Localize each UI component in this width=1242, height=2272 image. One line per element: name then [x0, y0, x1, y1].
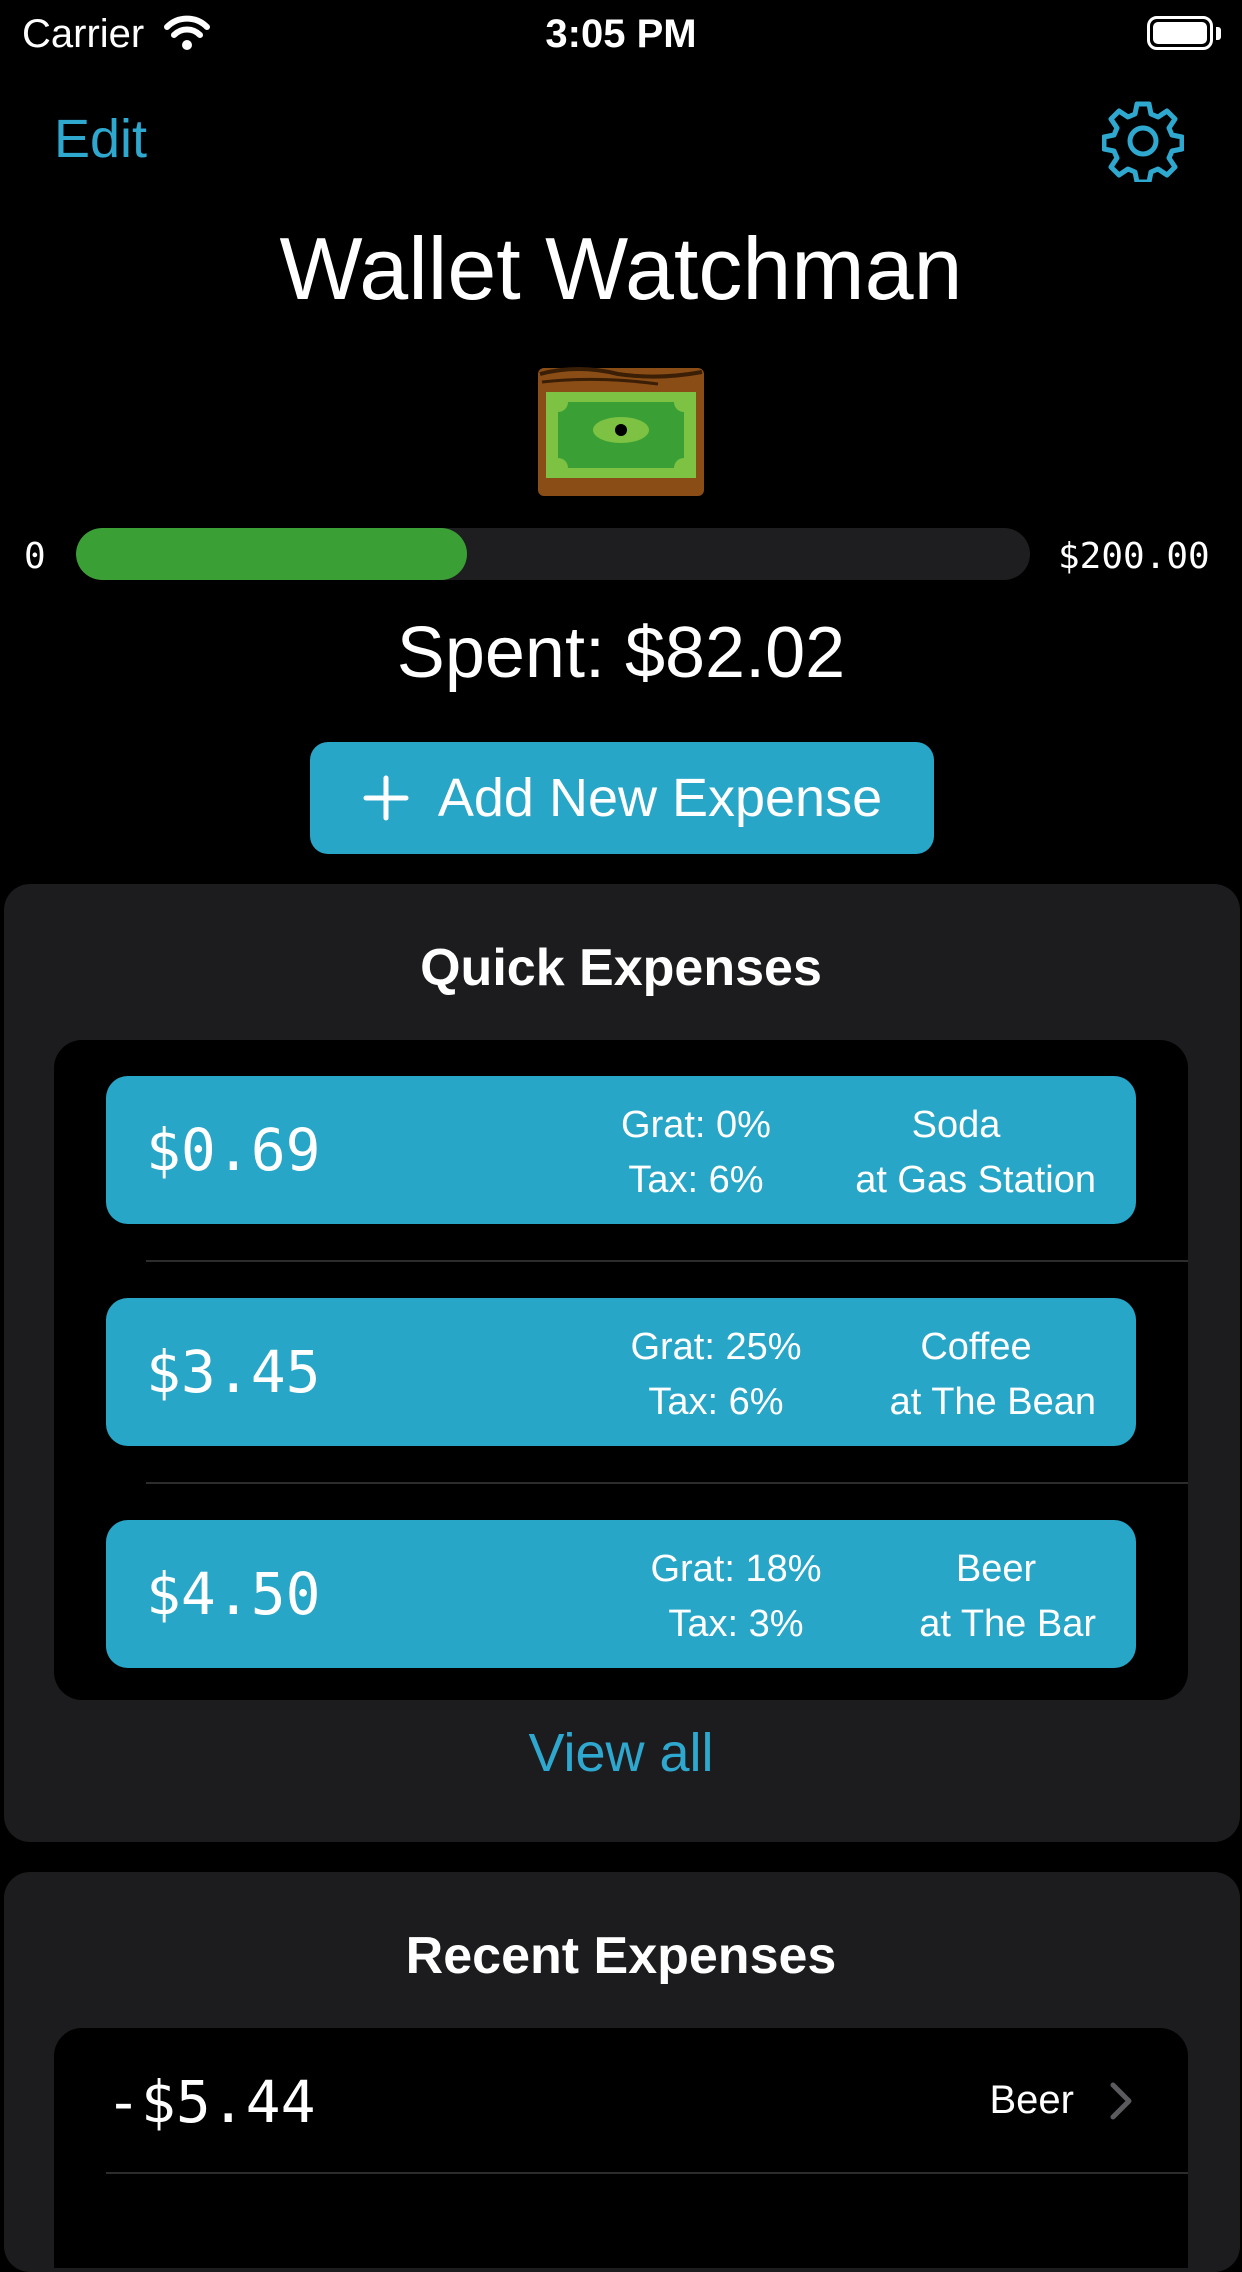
recent-expenses-list: [54, 2028, 1188, 2268]
spent-total: Spent: $82.02: [396, 613, 846, 693]
quick-expense-place: at Gas Station: [855, 1159, 1096, 1201]
edit-button[interactable]: Edit: [54, 108, 147, 170]
quick-expense-amount: $3.45: [146, 1338, 321, 1406]
view-all-link[interactable]: View all: [0, 1722, 1242, 1784]
recent-expenses-title: Recent Expenses: [405, 1927, 837, 1985]
quick-expense-card[interactable]: $0.69 Grat: 0% Tax: 6% Soda at Gas Stati…: [106, 1076, 1136, 1224]
recent-expense-label: Beer: [989, 2078, 1075, 2122]
quick-expense-amount: $4.50: [146, 1560, 321, 1628]
add-new-expense-label: Add New Expense: [437, 768, 883, 828]
wallet-logo-icon: [538, 367, 704, 496]
quick-expense-name: Soda: [911, 1104, 1001, 1146]
quick-expenses-title: Quick Expenses: [420, 939, 822, 997]
budget-progress-bar: [76, 528, 1030, 580]
list-separator: [146, 1260, 1188, 1262]
quick-expense-card[interactable]: $3.45 Grat: 25% Tax: 6% Coffee at The Be…: [106, 1298, 1136, 1446]
app-title: Wallet Watchman: [279, 219, 963, 318]
quick-expense-place: at The Bar: [919, 1603, 1096, 1645]
budget-min-label: 0: [24, 536, 46, 577]
list-separator: [106, 2172, 1188, 2174]
gear-icon[interactable]: [1102, 100, 1184, 182]
quick-expense-desc: Soda at Gas Station: [696, 1098, 1096, 1208]
quick-expense-desc: Beer at The Bar: [696, 1542, 1096, 1652]
quick-expense-name: Beer: [955, 1548, 1037, 1590]
battery-icon: [1147, 16, 1213, 50]
add-new-expense-button[interactable]: Add New Expense: [310, 742, 934, 854]
chevron-right-icon: [1110, 2082, 1132, 2120]
battery-nub: [1216, 27, 1221, 40]
quick-expense-amount: $0.69: [146, 1116, 321, 1184]
quick-expense-name: Coffee: [920, 1326, 1032, 1368]
quick-expense-place: at The Bean: [889, 1381, 1096, 1423]
list-separator: [146, 1482, 1188, 1484]
quick-expense-desc: Coffee at The Bean: [696, 1320, 1096, 1430]
quick-expense-card[interactable]: $4.50 Grat: 18% Tax: 3% Beer at The Bar: [106, 1520, 1136, 1668]
budget-max-label: $200.00: [1058, 536, 1210, 577]
budget-progress-fill: [76, 528, 468, 580]
recent-expense-amount[interactable]: -$5.44: [106, 2068, 316, 2136]
plus-icon: [363, 775, 409, 821]
status-time: 3:05 PM: [545, 12, 697, 56]
